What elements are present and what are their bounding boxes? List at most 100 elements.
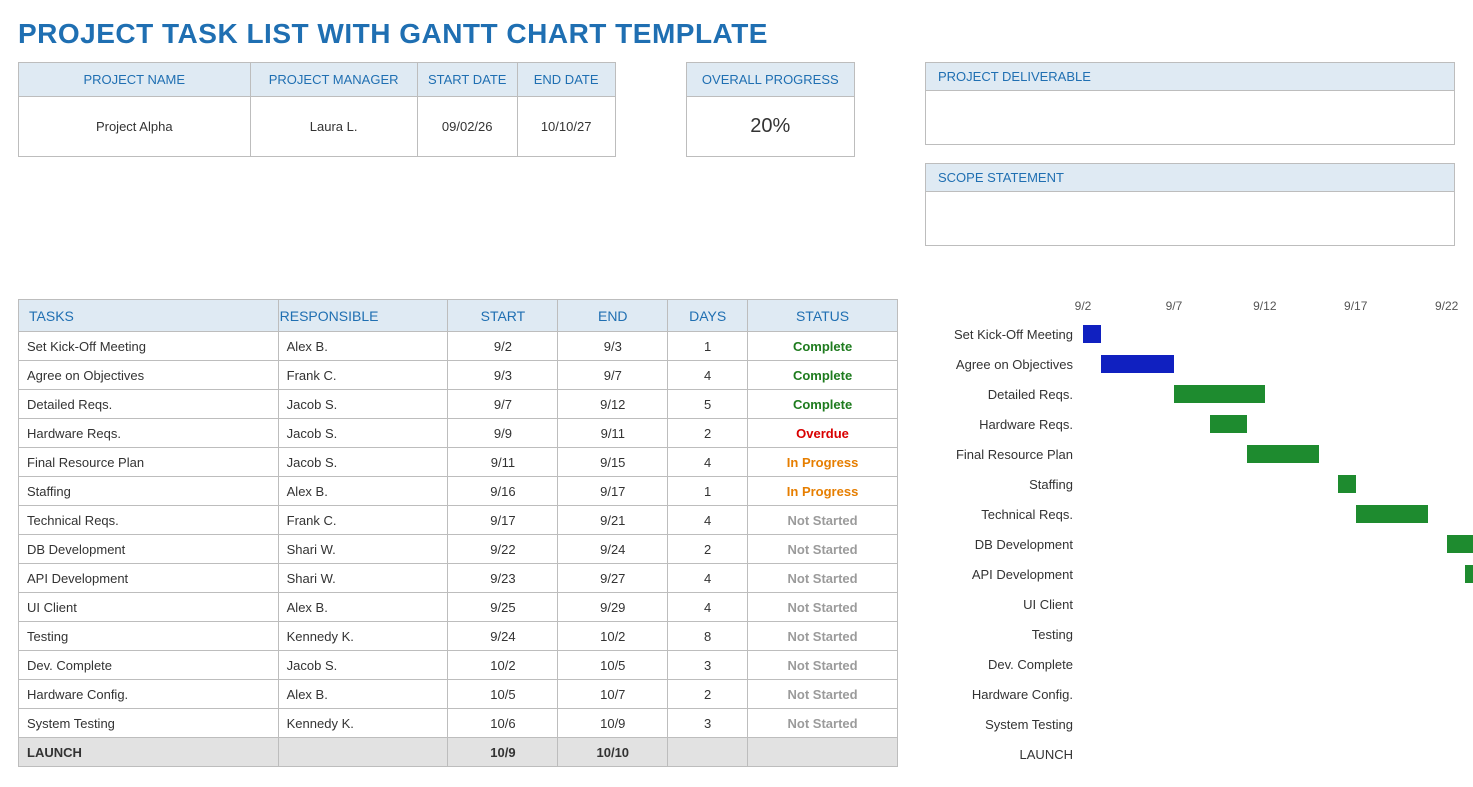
task-days[interactable]: 4: [668, 448, 748, 477]
task-days[interactable]: 1: [668, 332, 748, 361]
task-days[interactable]: 4: [668, 593, 748, 622]
task-days[interactable]: [668, 738, 748, 767]
task-days[interactable]: 8: [668, 622, 748, 651]
task-end[interactable]: 9/3: [558, 332, 668, 361]
task-status[interactable]: Not Started: [748, 680, 898, 709]
table-row[interactable]: Hardware Reqs.Jacob S.9/99/112Overdue: [19, 419, 898, 448]
task-start[interactable]: 9/16: [448, 477, 558, 506]
task-status[interactable]: Not Started: [748, 506, 898, 535]
task-end[interactable]: 9/11: [558, 419, 668, 448]
task-resp[interactable]: Alex B.: [278, 332, 448, 361]
task-resp[interactable]: Jacob S.: [278, 419, 448, 448]
task-start[interactable]: 9/22: [448, 535, 558, 564]
task-end[interactable]: 10/5: [558, 651, 668, 680]
task-days[interactable]: 5: [668, 390, 748, 419]
task-end[interactable]: 9/12: [558, 390, 668, 419]
task-days[interactable]: 4: [668, 506, 748, 535]
task-days[interactable]: 1: [668, 477, 748, 506]
task-start[interactable]: 9/25: [448, 593, 558, 622]
table-row[interactable]: API DevelopmentShari W.9/239/274Not Star…: [19, 564, 898, 593]
task-name[interactable]: Hardware Reqs.: [19, 419, 279, 448]
table-row[interactable]: Hardware Config.Alex B.10/510/72Not Star…: [19, 680, 898, 709]
task-status[interactable]: Not Started: [748, 564, 898, 593]
task-start[interactable]: 9/3: [448, 361, 558, 390]
task-days[interactable]: 4: [668, 564, 748, 593]
task-end[interactable]: 9/7: [558, 361, 668, 390]
table-row[interactable]: TestingKennedy K.9/2410/28Not Started: [19, 622, 898, 651]
val-start-date[interactable]: 09/02/26: [417, 97, 517, 157]
task-end[interactable]: 10/10: [558, 738, 668, 767]
table-row[interactable]: StaffingAlex B.9/169/171In Progress: [19, 477, 898, 506]
task-start[interactable]: 9/11: [448, 448, 558, 477]
table-row[interactable]: UI ClientAlex B.9/259/294Not Started: [19, 593, 898, 622]
task-resp[interactable]: [278, 738, 448, 767]
task-resp[interactable]: Kennedy K.: [278, 622, 448, 651]
task-status[interactable]: Not Started: [748, 622, 898, 651]
task-days[interactable]: 2: [668, 680, 748, 709]
task-end[interactable]: 9/29: [558, 593, 668, 622]
task-status[interactable]: Overdue: [748, 419, 898, 448]
task-name[interactable]: Final Resource Plan: [19, 448, 279, 477]
table-row[interactable]: Agree on ObjectivesFrank C.9/39/74Comple…: [19, 361, 898, 390]
task-name[interactable]: Set Kick-Off Meeting: [19, 332, 279, 361]
task-status[interactable]: Not Started: [748, 535, 898, 564]
task-name[interactable]: LAUNCH: [19, 738, 279, 767]
task-status[interactable]: Not Started: [748, 651, 898, 680]
task-days[interactable]: 2: [668, 535, 748, 564]
task-name[interactable]: Technical Reqs.: [19, 506, 279, 535]
task-status[interactable]: In Progress: [748, 448, 898, 477]
table-row[interactable]: Final Resource PlanJacob S.9/119/154In P…: [19, 448, 898, 477]
task-name[interactable]: DB Development: [19, 535, 279, 564]
task-end[interactable]: 9/15: [558, 448, 668, 477]
task-status[interactable]: Not Started: [748, 593, 898, 622]
task-status[interactable]: [748, 738, 898, 767]
task-status[interactable]: Complete: [748, 390, 898, 419]
task-resp[interactable]: Jacob S.: [278, 651, 448, 680]
task-start[interactable]: 9/7: [448, 390, 558, 419]
task-status[interactable]: In Progress: [748, 477, 898, 506]
task-start[interactable]: 9/17: [448, 506, 558, 535]
task-end[interactable]: 10/2: [558, 622, 668, 651]
task-start[interactable]: 9/9: [448, 419, 558, 448]
task-start[interactable]: 10/9: [448, 738, 558, 767]
deliverable-value[interactable]: [925, 90, 1455, 145]
task-days[interactable]: 3: [668, 709, 748, 738]
table-row[interactable]: Set Kick-Off MeetingAlex B.9/29/31Comple…: [19, 332, 898, 361]
task-name[interactable]: Detailed Reqs.: [19, 390, 279, 419]
task-resp[interactable]: Alex B.: [278, 680, 448, 709]
scope-value[interactable]: [925, 191, 1455, 246]
task-start[interactable]: 10/6: [448, 709, 558, 738]
task-end[interactable]: 9/27: [558, 564, 668, 593]
task-name[interactable]: UI Client: [19, 593, 279, 622]
task-days[interactable]: 3: [668, 651, 748, 680]
task-days[interactable]: 2: [668, 419, 748, 448]
val-project-name[interactable]: Project Alpha: [19, 97, 251, 157]
task-days[interactable]: 4: [668, 361, 748, 390]
task-name[interactable]: Dev. Complete: [19, 651, 279, 680]
task-start[interactable]: 9/24: [448, 622, 558, 651]
table-row[interactable]: LAUNCH 10/910/10: [19, 738, 898, 767]
task-status[interactable]: Complete: [748, 361, 898, 390]
task-resp[interactable]: Frank C.: [278, 361, 448, 390]
val-project-mgr[interactable]: Laura L.: [250, 97, 417, 157]
task-start[interactable]: 10/5: [448, 680, 558, 709]
task-resp[interactable]: Alex B.: [278, 477, 448, 506]
task-status[interactable]: Not Started: [748, 709, 898, 738]
task-resp[interactable]: Shari W.: [278, 535, 448, 564]
table-row[interactable]: Technical Reqs.Frank C.9/179/214Not Star…: [19, 506, 898, 535]
task-end[interactable]: 9/21: [558, 506, 668, 535]
task-resp[interactable]: Jacob S.: [278, 390, 448, 419]
task-start[interactable]: 9/23: [448, 564, 558, 593]
task-name[interactable]: Agree on Objectives: [19, 361, 279, 390]
task-resp[interactable]: Frank C.: [278, 506, 448, 535]
task-start[interactable]: 9/2: [448, 332, 558, 361]
task-name[interactable]: API Development: [19, 564, 279, 593]
table-row[interactable]: System TestingKennedy K.10/610/93Not Sta…: [19, 709, 898, 738]
task-end[interactable]: 9/24: [558, 535, 668, 564]
table-row[interactable]: DB DevelopmentShari W.9/229/242Not Start…: [19, 535, 898, 564]
task-end[interactable]: 10/9: [558, 709, 668, 738]
task-resp[interactable]: Kennedy K.: [278, 709, 448, 738]
task-name[interactable]: System Testing: [19, 709, 279, 738]
task-start[interactable]: 10/2: [448, 651, 558, 680]
task-end[interactable]: 10/7: [558, 680, 668, 709]
